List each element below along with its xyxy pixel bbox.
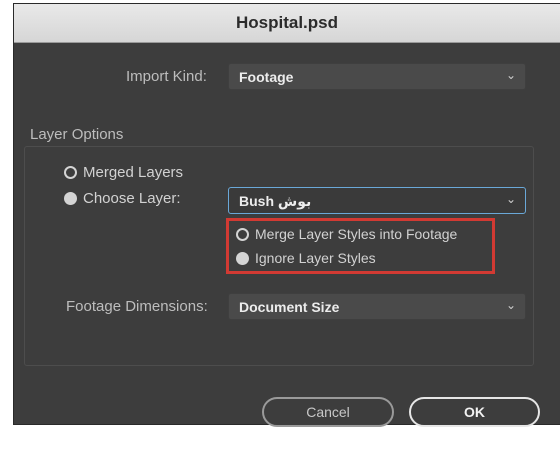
choose-layer-label: Choose Layer: (83, 190, 181, 207)
footage-dimensions-label: Footage Dimensions: (66, 298, 208, 315)
merged-layers-label: Merged Layers (83, 164, 184, 181)
layer-options-title: Layer Options (30, 126, 124, 143)
chevron-down-icon: ⌄ (505, 192, 516, 206)
merge-layer-styles-label: Merge Layer Styles into Footage (255, 226, 458, 242)
window-title: Hospital.psd (235, 13, 338, 32)
merge-layer-styles-radio[interactable]: Merge Layer Styles into Footage (236, 226, 457, 242)
import-kind-value: Footage (239, 69, 294, 85)
choose-layer-value: Bush بوش (239, 193, 312, 209)
radio-checked-icon (64, 192, 77, 205)
choose-layer-radio[interactable]: Choose Layer: (64, 190, 181, 207)
ok-button[interactable]: OK (409, 397, 540, 427)
radio-unchecked-icon (64, 166, 77, 179)
chevron-down-icon: ⌄ (505, 68, 516, 82)
footage-dimensions-value: Document Size (239, 299, 340, 315)
merged-layers-radio[interactable]: Merged Layers (64, 164, 183, 181)
title-bar: Hospital.psd (14, 4, 560, 43)
ignore-layer-styles-label: Ignore Layer Styles (255, 250, 376, 266)
cancel-button[interactable]: Cancel (262, 397, 394, 427)
choose-layer-dropdown[interactable]: Bush بوش ⌄ (228, 187, 526, 214)
radio-unchecked-icon (236, 227, 249, 241)
ignore-layer-styles-radio[interactable]: Ignore Layer Styles (236, 250, 376, 266)
import-kind-dropdown[interactable]: Footage ⌄ (228, 63, 526, 90)
footage-dimensions-dropdown[interactable]: Document Size ⌄ (228, 293, 526, 320)
import-kind-label: Import Kind: (126, 68, 207, 85)
chevron-down-icon: ⌄ (505, 298, 516, 312)
radio-checked-icon (236, 251, 249, 265)
